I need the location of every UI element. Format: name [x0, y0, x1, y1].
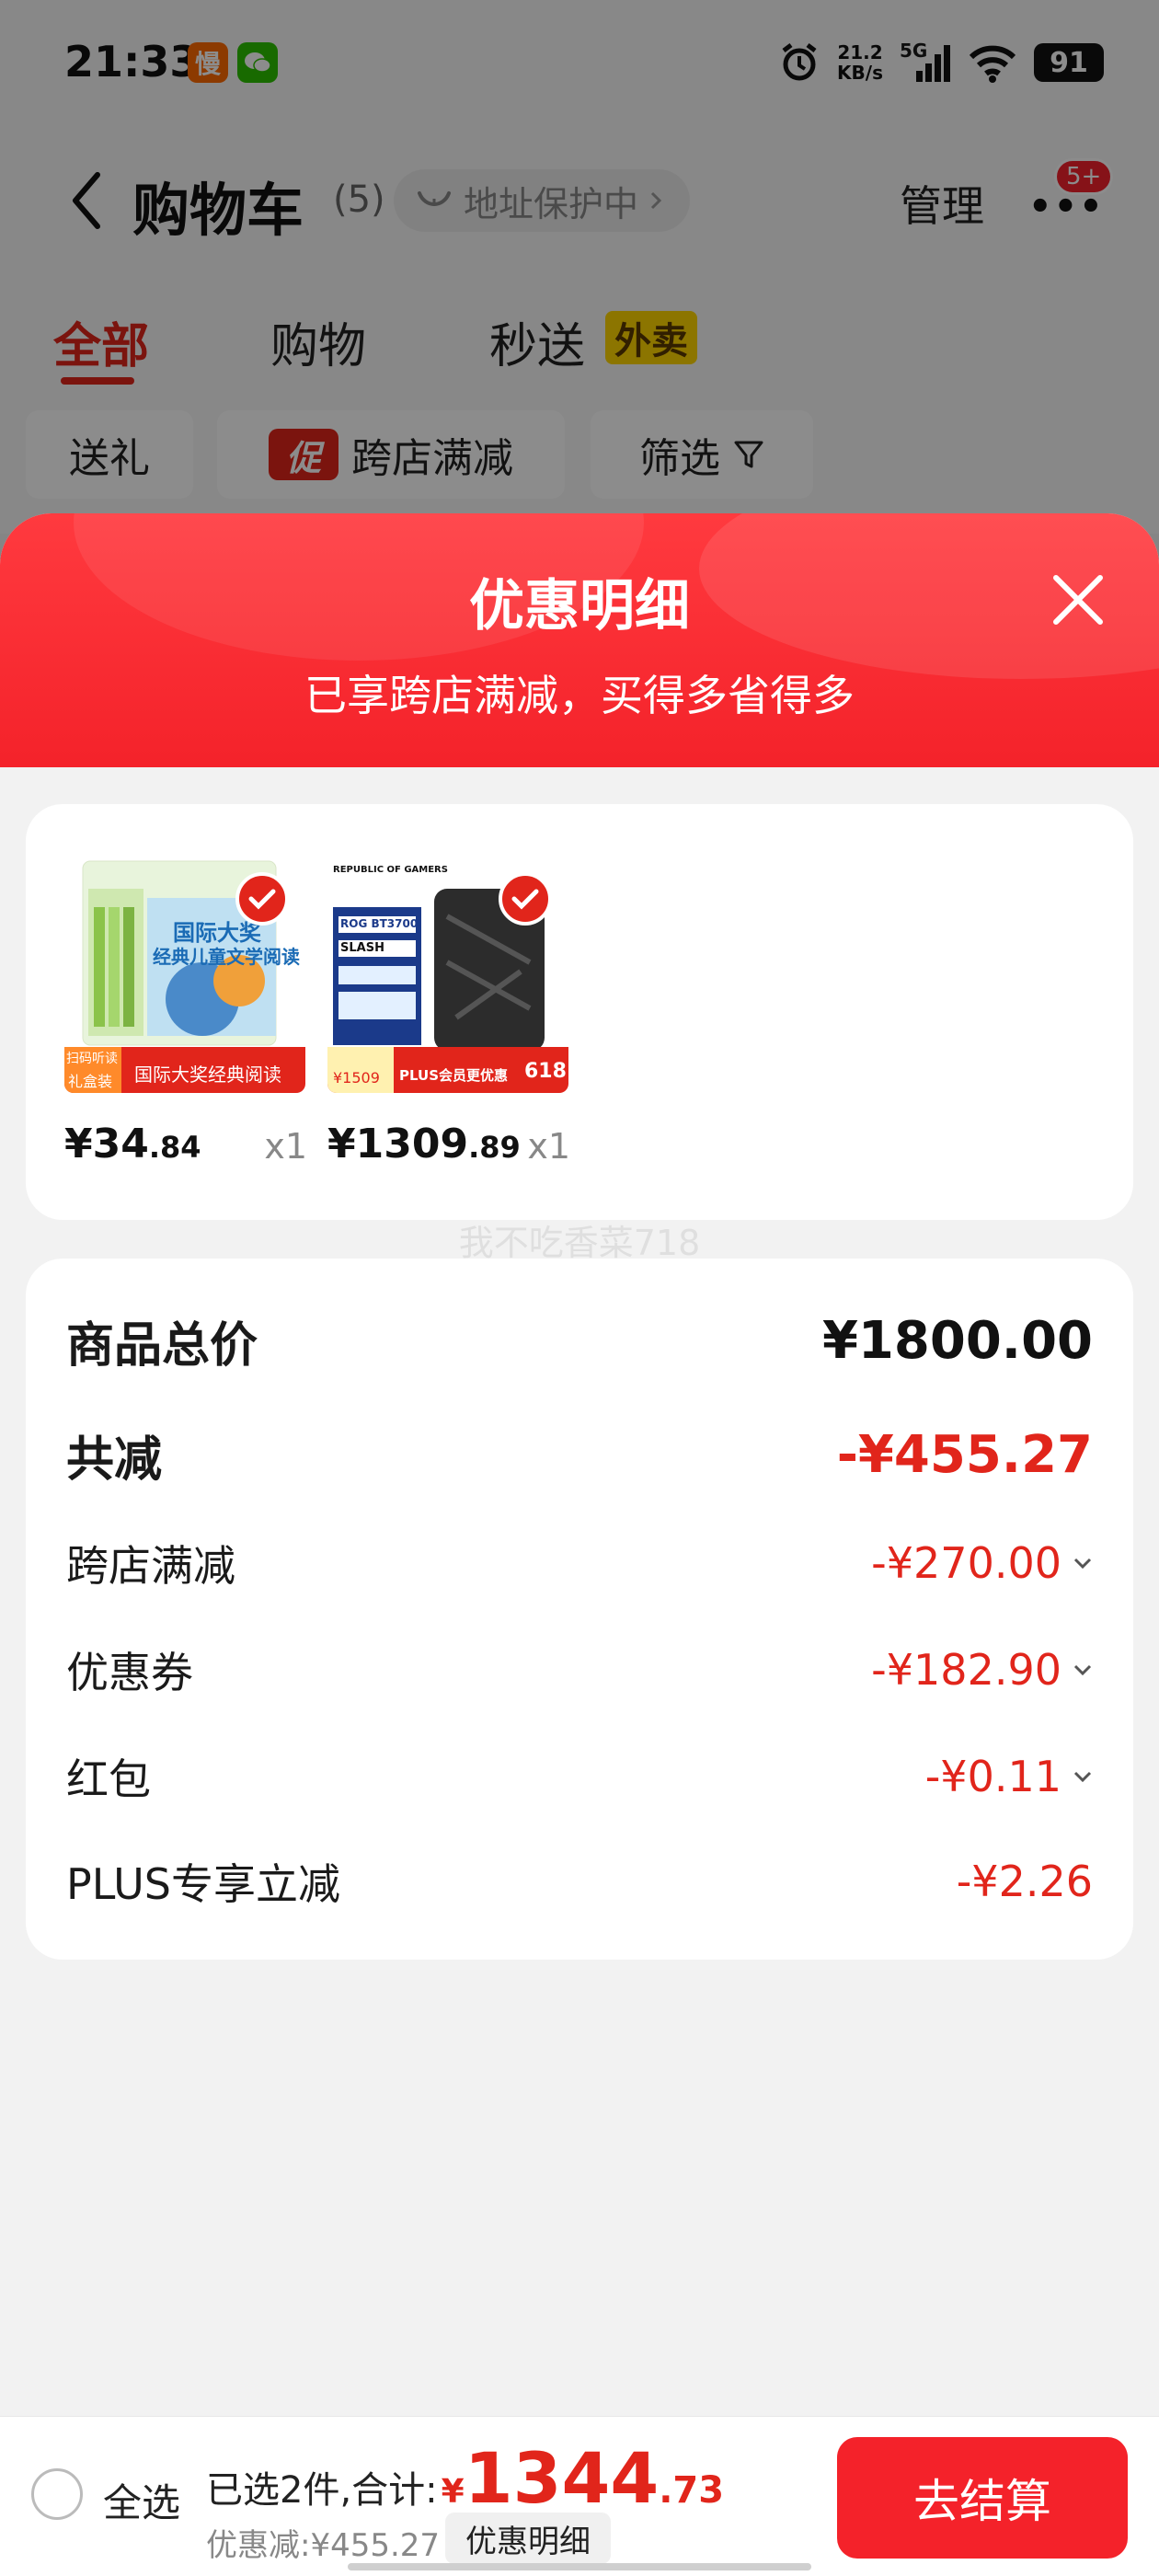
saved-amount: 优惠减:¥455.27	[206, 2527, 441, 2564]
book-tag1: 扫码听读	[66, 1052, 118, 1066]
discount-detail-sheet: 优惠明细 已享跨店满减，买得多省得多 国际大奖 经典儿童文学阅读 扫码听读 礼盒…	[0, 513, 1159, 2576]
suitcase-model: ROG BT3700	[340, 917, 419, 930]
total-saved-label: 共减	[66, 1432, 163, 1488]
checked-icon[interactable]	[235, 872, 289, 926]
total-price-value: ¥1800.00	[821, 1311, 1093, 1371]
selected-total: 已选2件,合计: ¥ 1344 .73	[206, 2437, 725, 2519]
discount-row-plus: PLUS专享立减 -¥2.26	[66, 1851, 1093, 1912]
discount-label: 跨店满减	[66, 1541, 235, 1591]
discount-value: -¥0.11	[925, 1752, 1093, 1801]
discount-label: 优惠券	[66, 1648, 193, 1697]
chevron-down-icon	[1073, 1771, 1092, 1783]
checkout-button[interactable]: 去结算	[837, 2437, 1128, 2559]
checked-icon[interactable]	[499, 872, 552, 926]
suitcase-slash: SLASH	[340, 941, 384, 955]
product-item[interactable]: 国际大奖 经典儿童文学阅读 扫码听读 礼盒装 国际大奖经典阅读 ¥34.84 x…	[64, 852, 307, 1167]
discount-row-cross-store[interactable]: 跨店满减 -¥270.00	[66, 1533, 1093, 1593]
selected-products-card: 国际大奖 经典儿童文学阅读 扫码听读 礼盒装 国际大奖经典阅读 ¥34.84 x…	[26, 804, 1133, 1220]
discount-label: 红包	[66, 1754, 151, 1804]
checkout-bar: 全选 已选2件,合计: ¥ 1344 .73 优惠减:¥455.27 优惠明细 …	[0, 2416, 1159, 2576]
product-qty: x1	[264, 1126, 307, 1167]
discount-row-red-packet[interactable]: 红包 -¥0.11	[66, 1746, 1093, 1807]
discount-value: -¥270.00	[871, 1538, 1093, 1588]
sheet-subtitle: 已享跨店满减，买得多省得多	[304, 671, 855, 720]
suitcase-banner: PLUS会员更优惠	[399, 1067, 509, 1084]
product-item[interactable]: REPUBLIC OF GAMERS ROG BT3700 SLASH ¥150…	[327, 852, 570, 1167]
discount-detail-button[interactable]: 优惠明细	[445, 2513, 611, 2564]
sheet-title: 优惠明细	[469, 574, 690, 638]
product-price: ¥1309.89	[327, 1121, 521, 1167]
select-all-label[interactable]: 全选	[103, 2472, 180, 2528]
product-qty: x1	[527, 1126, 570, 1167]
discount-row-coupon[interactable]: 优惠券 -¥182.90	[66, 1639, 1093, 1700]
discount-value: -¥2.26	[956, 1857, 1093, 1906]
book-banner: 国际大奖经典阅读	[134, 1064, 281, 1086]
sheet-header: 优惠明细 已享跨店满减，买得多省得多	[0, 513, 1159, 767]
total-saved-row: 共减 -¥455.27	[66, 1420, 1093, 1489]
book-heading2: 经典儿童文学阅读	[153, 946, 300, 968]
home-indicator[interactable]	[348, 2563, 811, 2570]
total-price-label: 商品总价	[66, 1318, 258, 1374]
suitcase-brand: REPUBLIC OF GAMERS	[333, 865, 448, 875]
chevron-down-icon	[1073, 1664, 1092, 1676]
watermark: 我不吃香菜718	[458, 1223, 701, 1263]
total-saved-value: -¥455.27	[836, 1425, 1093, 1485]
select-all-radio[interactable]	[31, 2468, 83, 2520]
total-price-row: 商品总价 ¥1800.00	[66, 1306, 1093, 1375]
book-tag2: 礼盒装	[68, 1073, 113, 1090]
discount-label: PLUS专享立减	[66, 1859, 340, 1909]
close-icon[interactable]	[1045, 567, 1111, 633]
product-price: ¥34.84	[64, 1121, 201, 1167]
suitcase-618-badge: 618	[524, 1060, 567, 1083]
discount-value: -¥182.90	[871, 1645, 1093, 1695]
chevron-down-icon	[1073, 1558, 1092, 1570]
price-summary-card: 商品总价 ¥1800.00 共减 -¥455.27 跨店满减 -¥270.00 …	[26, 1259, 1133, 1960]
suitcase-price-tag: ¥1509	[333, 1069, 380, 1087]
product-image-suitcase: REPUBLIC OF GAMERS ROG BT3700 SLASH ¥150…	[327, 852, 568, 1093]
product-image-books: 国际大奖 经典儿童文学阅读 扫码听读 礼盒装 国际大奖经典阅读	[64, 852, 305, 1093]
